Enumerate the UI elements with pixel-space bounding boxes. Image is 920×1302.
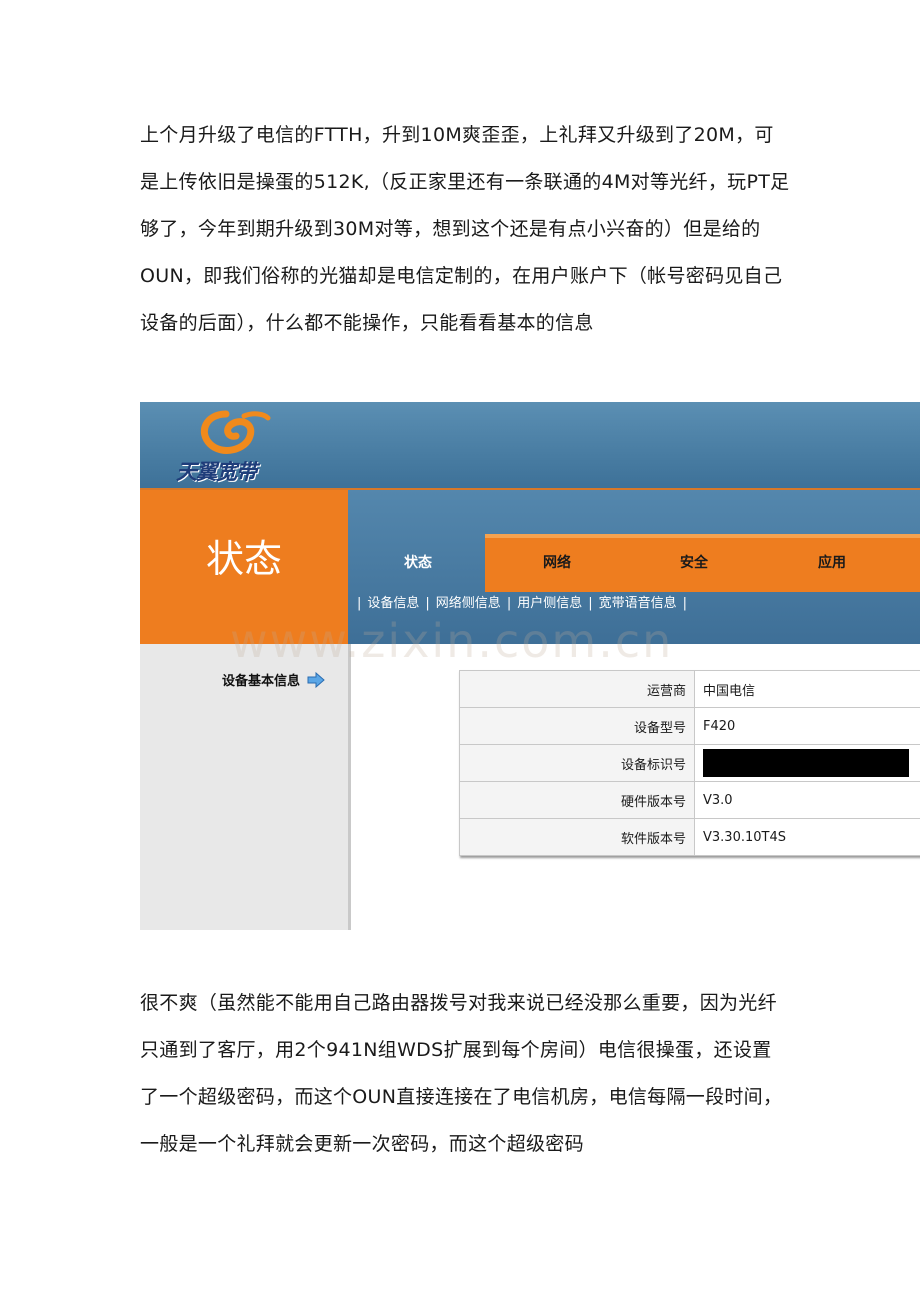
- row-label-software-version: 软件版本号: [459, 818, 695, 856]
- row-value-operator: 中国电信: [694, 670, 920, 708]
- sublink-network-side-info[interactable]: 网络侧信息: [436, 596, 501, 611]
- redacted-block: [703, 749, 909, 777]
- row-label-device-id: 设备标识号: [459, 744, 695, 782]
- left-panel: 设备基本信息: [140, 644, 351, 930]
- content-area: 运营商 中国电信 设备型号 F420 设备标识号 硬件版本号 V3.0 软件版本…: [351, 644, 920, 930]
- sublink-device-info[interactable]: 设备信息: [367, 596, 419, 611]
- table-row: 硬件版本号 V3.0: [459, 781, 920, 819]
- table-row: 设备型号 F420: [459, 707, 920, 745]
- header-banner: 天翼宽带: [140, 402, 920, 490]
- router-screenshot: 天翼宽带 状态 状态 网络 安全 应用 | 设备信息 | 网络侧信息 | 用户侧信息 | 宽带…: [140, 402, 920, 930]
- table-row: 设备标识号: [459, 744, 920, 782]
- arrow-right-icon: [307, 671, 325, 689]
- table-row: 软件版本号 V3.30.10T4S: [459, 818, 920, 856]
- tab-status[interactable]: 状态: [350, 552, 486, 572]
- row-value-device-id: [694, 744, 920, 782]
- table-row: 运营商 中国电信: [459, 670, 920, 708]
- row-label-model: 设备型号: [459, 707, 695, 745]
- left-nav-label: 设备基本信息: [222, 674, 301, 689]
- tab-network[interactable]: 网络: [489, 552, 625, 572]
- sub-navigation: | 设备信息 | 网络侧信息 | 用户侧信息 | 宽带语音信息 |: [357, 596, 688, 611]
- article-paragraph-2: 很不爽（虽然能不能用自己路由器拨号对我来说已经没那么重要，因为光纤只通到了客厅，…: [140, 992, 783, 1155]
- watermark: www.zixin.com.cn: [230, 614, 674, 668]
- sublink-broadband-voice-info[interactable]: 宽带语音信息: [599, 596, 677, 611]
- tab-application[interactable]: 应用: [764, 552, 900, 572]
- device-info-table: 运营商 中国电信 设备型号 F420 设备标识号 硬件版本号 V3.0 软件版本…: [459, 670, 920, 856]
- section-title: 状态: [205, 537, 282, 581]
- article-paragraph-1: 上个月升级了电信的FTTH，升到10M爽歪歪，上礼拜又升级到了20M，可是上传依…: [140, 124, 790, 334]
- row-label-operator: 运营商: [459, 670, 695, 708]
- logo-text: 天翼宽带: [176, 460, 257, 484]
- row-value-model: F420: [694, 707, 920, 745]
- row-value-hardware-version: V3.0: [694, 781, 920, 819]
- row-value-software-version: V3.30.10T4S: [694, 818, 920, 856]
- left-nav-device-basic-info[interactable]: 设备基本信息: [222, 670, 325, 689]
- sublink-user-side-info[interactable]: 用户侧信息: [517, 596, 582, 611]
- tab-security[interactable]: 安全: [626, 552, 762, 572]
- row-label-hardware-version: 硬件版本号: [459, 781, 695, 819]
- tianyi-swirl-logo-icon: [201, 410, 271, 454]
